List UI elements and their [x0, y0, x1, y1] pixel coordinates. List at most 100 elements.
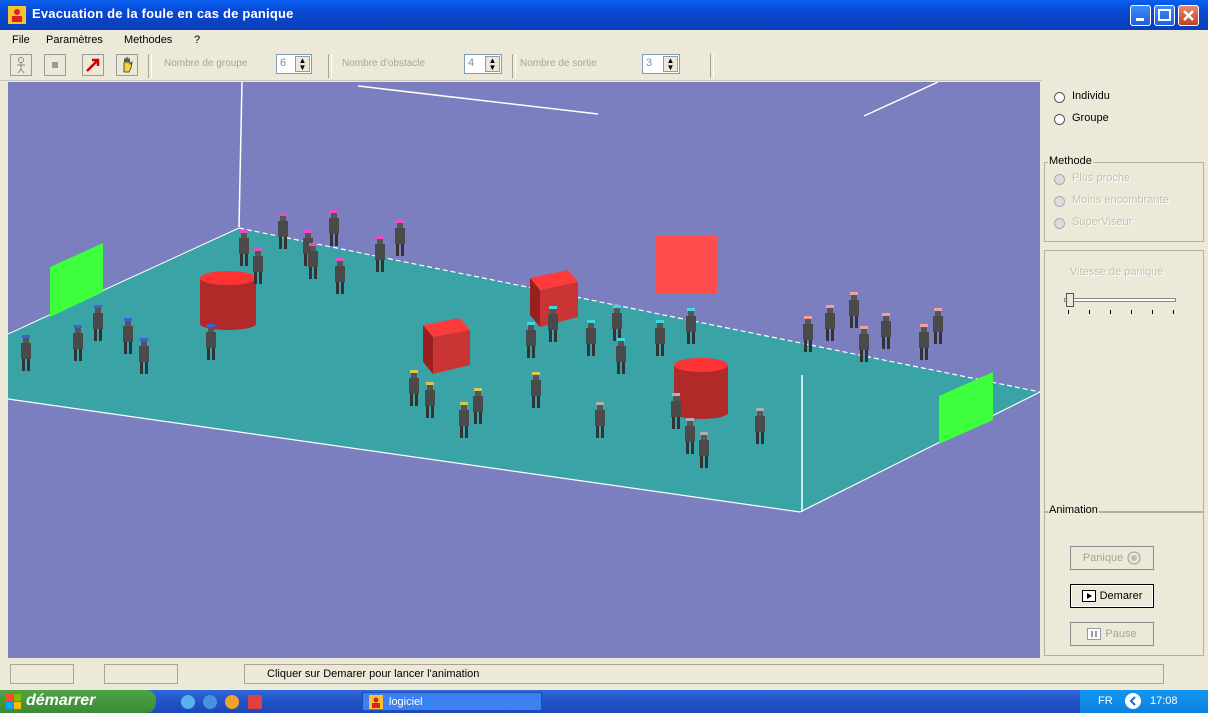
status-bar: Cliquer sur Demarer pour lancer l'animat…: [0, 660, 1208, 690]
task-logiciel[interactable]: logiciel: [362, 692, 542, 711]
toolbar-separator: [148, 54, 152, 78]
animation-title: Animation: [1048, 504, 1099, 516]
panique-label: Panique: [1082, 552, 1124, 564]
person-figure: [825, 305, 835, 341]
stop-icon: [52, 62, 58, 68]
plus-proche-radio[interactable]: [1054, 174, 1065, 185]
demarer-label: Demarer: [1099, 590, 1143, 602]
spinner-arrows-icon[interactable]: ▲ ▼: [663, 56, 678, 72]
stop-tool-button[interactable]: [44, 54, 66, 76]
individu-radio[interactable]: [1054, 92, 1065, 103]
person-figure: [933, 308, 943, 344]
language-indicator[interactable]: FR: [1098, 695, 1113, 707]
play-icon: [1081, 590, 1096, 602]
arrow-tool-button[interactable]: [82, 54, 104, 76]
speed-group: [1044, 250, 1204, 512]
expand-tray-icon[interactable]: [1124, 692, 1142, 710]
pdf-icon[interactable]: [248, 695, 262, 709]
main-window: Evacuation de la foule en cas de panique…: [0, 0, 1208, 690]
person-tool-button[interactable]: [10, 54, 32, 76]
app-icon: [369, 695, 383, 709]
panique-button[interactable]: Panique: [1070, 546, 1154, 570]
demarer-button[interactable]: Demarer: [1070, 584, 1154, 608]
exits-label: Nombre de sortie: [520, 58, 597, 69]
task-label: logiciel: [389, 696, 423, 708]
plus-proche-label: Plus proche: [1072, 172, 1131, 184]
obstacles-label: Nombre d'obstacle: [342, 58, 426, 69]
superviseur-label: SuperViseur: [1072, 216, 1133, 228]
spinner-arrows-icon[interactable]: ▲ ▼: [485, 56, 500, 72]
toolbar-separator: [512, 54, 516, 78]
pause-icon: [1087, 628, 1102, 640]
exits-value: 3: [646, 57, 653, 69]
exits-spinner[interactable]: 3 ▲ ▼: [642, 54, 680, 74]
control-panel: Individu Groupe Methode Plus proche Moin…: [1042, 80, 1208, 658]
person-figure: [849, 292, 859, 328]
groups-spinner[interactable]: 6 ▲ ▼: [276, 54, 312, 74]
hand-icon: [123, 56, 133, 73]
obstacle-cylinder: [674, 358, 728, 419]
toolbar-separator: [710, 54, 714, 78]
scene-3d-canvas: [8, 82, 1040, 513]
methode-title: Methode: [1048, 155, 1093, 167]
menu-bar: File Paramètres Methodes ?: [0, 30, 1208, 50]
groupe-label: Groupe: [1072, 112, 1109, 124]
person-figure: [329, 210, 339, 246]
pause-label: Pause: [1105, 628, 1137, 640]
maximize-button[interactable]: [1154, 5, 1175, 26]
individu-label: Individu: [1072, 90, 1110, 102]
superviseur-radio[interactable]: [1054, 218, 1065, 229]
obstacles-value: 4: [468, 57, 475, 69]
obstacles-spinner[interactable]: 4 ▲ ▼: [464, 54, 502, 74]
windows-logo-icon: [6, 694, 21, 709]
system-tray: FR 17:08: [1080, 690, 1208, 713]
toolbar-separator: [328, 54, 332, 78]
simulation-viewport[interactable]: [8, 82, 1040, 658]
wall-edge: [863, 82, 939, 117]
toolbar: Nombre de groupe 6 ▲ ▼ Nombre d'obstacle …: [0, 50, 1208, 81]
hand-tool-button[interactable]: [116, 54, 138, 76]
minimize-button[interactable]: [1130, 5, 1151, 26]
moins-encombrante-label: Moins encombrante: [1072, 194, 1169, 206]
status-cell: [104, 664, 178, 684]
minimize-icon: [1136, 18, 1144, 21]
spinner-arrows-icon[interactable]: ▲ ▼: [295, 56, 310, 72]
status-message: Cliquer sur Demarer pour lancer l'animat…: [244, 664, 1164, 684]
person-icon: [17, 57, 25, 74]
ie-icon[interactable]: [181, 695, 195, 709]
speed-slider-track[interactable]: [1064, 298, 1176, 302]
taskbar: démarrer logiciel FR 17:08: [0, 690, 1208, 713]
obstacle-panel: [655, 236, 717, 294]
groupe-radio[interactable]: [1054, 114, 1065, 125]
close-icon: [1183, 10, 1194, 21]
menu-parametres[interactable]: Paramètres: [46, 34, 103, 46]
person-figure: [881, 313, 891, 349]
quick-launch: [181, 695, 262, 709]
menu-methodes[interactable]: Methodes: [124, 34, 172, 46]
moins-encombrante-radio[interactable]: [1054, 196, 1065, 207]
status-cell: [10, 664, 74, 684]
wall-edge: [238, 82, 243, 228]
browser-icon[interactable]: [203, 695, 217, 709]
obstacle-cube: [423, 318, 470, 374]
target-icon: [1127, 551, 1141, 565]
wall-edge: [357, 85, 599, 115]
menu-file[interactable]: File: [12, 34, 30, 46]
title-bar: Evacuation de la foule en cas de panique: [0, 0, 1208, 30]
obstacle-cylinder: [200, 271, 256, 330]
maximize-icon: [1158, 9, 1171, 21]
media-icon[interactable]: [225, 695, 239, 709]
groups-label: Nombre de groupe: [164, 58, 248, 69]
start-button[interactable]: démarrer: [0, 690, 156, 713]
window-title: Evacuation de la foule en cas de panique: [32, 6, 294, 21]
red-arrow-icon: [86, 58, 100, 72]
app-icon: [8, 6, 26, 24]
menu-help[interactable]: ?: [194, 34, 200, 46]
speed-slider-thumb[interactable]: [1066, 293, 1074, 307]
groups-value: 6: [280, 57, 287, 69]
speed-label: Vitesse de panique: [1070, 266, 1164, 278]
close-button[interactable]: [1178, 5, 1199, 26]
person-figure: [919, 324, 929, 360]
pause-button[interactable]: Pause: [1070, 622, 1154, 646]
start-label: démarrer: [26, 692, 96, 709]
